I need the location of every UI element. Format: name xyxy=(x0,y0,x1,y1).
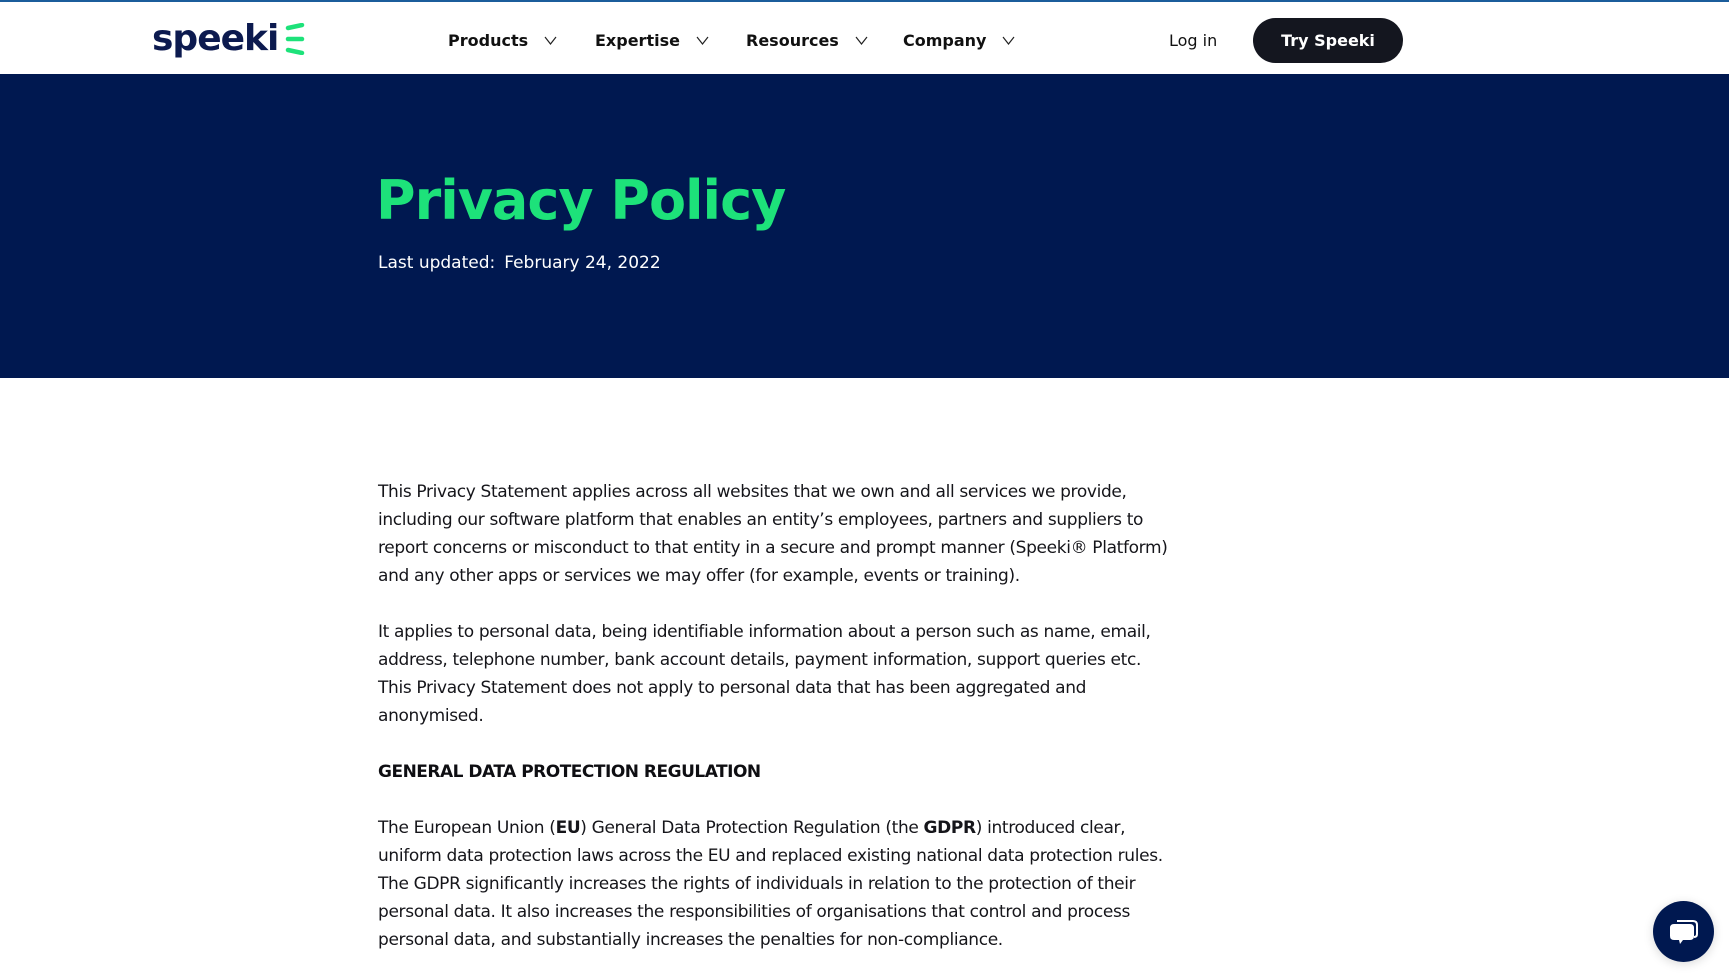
logo-wordmark: speeki xyxy=(152,18,279,59)
chevron-down-icon xyxy=(855,36,868,45)
speeki-logo[interactable]: speeki xyxy=(152,18,306,60)
login-link[interactable]: Log in xyxy=(1169,26,1217,54)
chat-bubbles-icon xyxy=(1669,919,1698,944)
logo-mark-icon xyxy=(286,23,305,55)
section-heading-gdpr: GENERAL DATA PROTECTION REGULATION xyxy=(378,762,761,782)
hero-banner: Privacy Policy Last updated: February 24… xyxy=(0,74,1729,378)
gdpr-bold-gdpr: GDPR xyxy=(923,818,977,838)
last-updated-label: Last updated: xyxy=(378,253,496,273)
gdpr-paragraph: The European Union (EU) General Data Pro… xyxy=(378,814,1178,954)
nav-company[interactable]: Company xyxy=(903,26,1015,54)
page-title: Privacy Policy xyxy=(376,169,786,232)
try-speeki-button[interactable]: Try Speeki xyxy=(1253,18,1403,63)
gdpr-bold-eu: EU xyxy=(555,818,581,838)
site-header: speeki Products Expertise Resources Comp… xyxy=(0,2,1729,74)
gdpr-text-2: ) General Data Protection Regulation (th… xyxy=(580,818,924,838)
nav-resources-label: Resources xyxy=(746,30,839,50)
gdpr-text-1: The European Union ( xyxy=(378,818,556,838)
chevron-down-icon xyxy=(1003,36,1015,45)
last-updated: Last updated: February 24, 2022 xyxy=(378,253,661,273)
chevron-down-icon xyxy=(544,36,557,45)
intro-paragraph: This Privacy Statement applies across al… xyxy=(378,482,1168,586)
nav-company-label: Company xyxy=(903,30,987,50)
nav-expertise[interactable]: Expertise xyxy=(595,26,709,54)
scope-paragraph: It applies to personal data, being ident… xyxy=(378,622,1151,726)
nav-products[interactable]: Products xyxy=(448,26,557,54)
last-updated-date: February 24, 2022 xyxy=(504,253,661,273)
nav-products-label: Products xyxy=(448,30,529,50)
chevron-down-icon xyxy=(696,36,709,45)
chat-widget-button[interactable] xyxy=(1653,901,1714,962)
nav-expertise-label: Expertise xyxy=(595,30,680,50)
nav-resources[interactable]: Resources xyxy=(746,26,868,54)
